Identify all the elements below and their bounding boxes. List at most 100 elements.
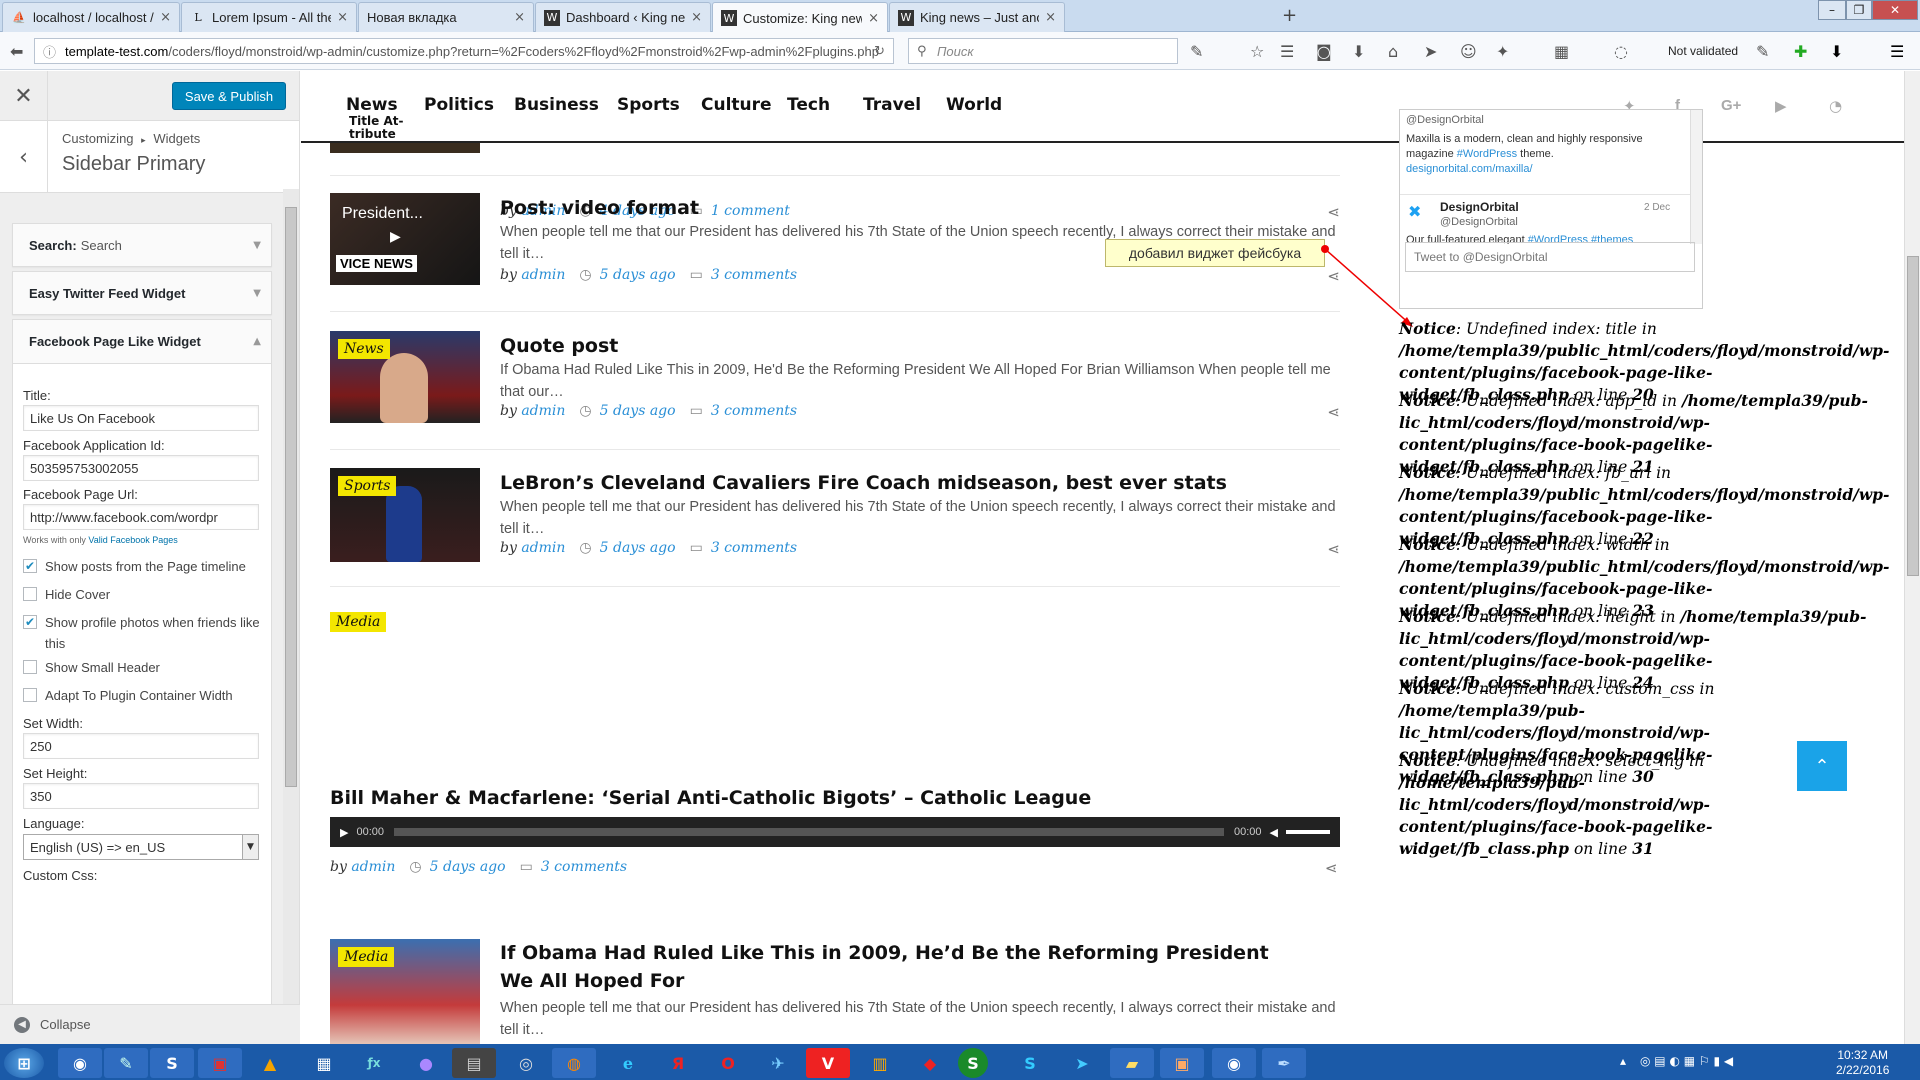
- yandex-icon[interactable]: Я: [656, 1048, 700, 1078]
- play-icon[interactable]: ▶: [390, 229, 401, 245]
- comments-link[interactable]: 3 comments: [541, 859, 627, 875]
- chrome2-icon[interactable]: ◉: [1212, 1048, 1256, 1078]
- checkbox[interactable]: [23, 688, 37, 702]
- fx-icon[interactable]: ƒx: [352, 1048, 396, 1078]
- post-thumbnail[interactable]: President... ▶ VICE NEWS: [330, 193, 480, 285]
- google-plus-icon[interactable]: G+: [1721, 97, 1741, 114]
- scroll-to-top-button[interactable]: ⌃: [1797, 741, 1847, 791]
- category-badge[interactable]: Media: [330, 612, 387, 632]
- author-link[interactable]: admin: [521, 267, 565, 283]
- ie-icon[interactable]: e: [606, 1048, 650, 1078]
- menu-news[interactable]: News: [346, 95, 398, 115]
- category-badge[interactable]: News: [338, 339, 390, 359]
- menu-icon[interactable]: ☰: [1890, 42, 1904, 61]
- app-id-input[interactable]: 503595753002055: [23, 455, 259, 481]
- browser-tab-3[interactable]: Новая вкладка ×: [358, 2, 534, 32]
- expand-arrow-icon[interactable]: ▼: [253, 288, 261, 299]
- circle-app-icon[interactable]: ●: [404, 1048, 448, 1078]
- author-link[interactable]: admin: [521, 540, 565, 556]
- menu-politics[interactable]: Politics: [424, 95, 494, 115]
- close-tab-icon[interactable]: ×: [514, 10, 525, 25]
- share-icon[interactable]: ⋖: [1327, 403, 1340, 421]
- author-link[interactable]: admin: [351, 859, 395, 875]
- widget-easy-twitter-feed[interactable]: Easy Twitter Feed Widget ▼: [12, 271, 272, 315]
- twitter-scrollbar[interactable]: [1690, 110, 1702, 244]
- comments-link[interactable]: 3 comments: [711, 540, 797, 556]
- rocket-icon[interactable]: ✈: [756, 1048, 800, 1078]
- close-tab-icon[interactable]: ×: [160, 10, 171, 25]
- hashtag-link[interactable]: #WordPress: [1457, 148, 1517, 160]
- scrollbar-thumb[interactable]: [1907, 256, 1919, 576]
- chrome-icon[interactable]: ◉: [58, 1048, 102, 1078]
- scrollbar-thumb[interactable]: [285, 207, 297, 787]
- close-icon[interactable]: ✕: [0, 71, 48, 121]
- widget-header[interactable]: Facebook Page Like Widget ▲: [13, 320, 271, 364]
- browser-search-input[interactable]: ⚲ Поиск: [908, 38, 1178, 64]
- post-title[interactable]: Bill Maher & Macfarlene: ‘Serial Anti-Ca…: [330, 787, 1091, 809]
- checkbox[interactable]: ✔: [23, 559, 37, 573]
- start-button[interactable]: ⊞: [4, 1048, 44, 1078]
- chat-icon[interactable]: ☺: [1460, 42, 1477, 61]
- rss-icon[interactable]: ◔: [1829, 97, 1842, 115]
- s-green-icon[interactable]: S: [958, 1048, 988, 1078]
- valid-pages-link[interactable]: Valid Facebook Pages: [88, 535, 177, 545]
- check-small-header[interactable]: Show Small Header: [23, 657, 263, 678]
- language-select[interactable]: English (US) => en_US ▼: [23, 834, 259, 860]
- reading-list-icon[interactable]: ☰: [1280, 42, 1294, 61]
- send-icon[interactable]: ➤: [1424, 42, 1437, 61]
- download-arrow-icon[interactable]: ⬇: [1830, 42, 1843, 61]
- tweet-author[interactable]: DesignOrbital: [1440, 200, 1519, 214]
- status-circle-icon[interactable]: ◌: [1614, 42, 1628, 61]
- menu-world[interactable]: World: [946, 95, 1002, 115]
- notes-icon[interactable]: ✎: [1756, 42, 1769, 61]
- notepad-icon[interactable]: ✎: [104, 1048, 148, 1078]
- telegram-icon[interactable]: ➤: [1060, 1048, 1104, 1078]
- expand-arrow-icon[interactable]: ▼: [253, 240, 261, 251]
- folder-icon[interactable]: ▰: [1110, 1048, 1154, 1078]
- date-link[interactable]: 5 days ago: [430, 859, 506, 875]
- date-link[interactable]: 5 days ago: [600, 403, 676, 419]
- play-icon[interactable]: ▶: [340, 826, 348, 839]
- category-badge[interactable]: Sports: [338, 476, 397, 496]
- back-icon[interactable]: ⬅: [10, 42, 23, 61]
- address-bar[interactable]: ⓘ template-test.com/coders/floyd/monstro…: [34, 38, 894, 64]
- share-icon[interactable]: ⋖: [1327, 540, 1340, 558]
- screenshot-icon[interactable]: ✎: [1190, 42, 1203, 61]
- tray-expand-icon[interactable]: ▴: [1620, 1054, 1626, 1068]
- avast-icon[interactable]: ▲: [248, 1048, 292, 1078]
- addon-badge-icon[interactable]: ✚: [1794, 42, 1807, 61]
- not-validated-label[interactable]: Not validated: [1668, 44, 1738, 58]
- browser-tab-5[interactable]: W Customize: King news – Ju... ×: [712, 2, 888, 33]
- post-title[interactable]: If Obama Had Ruled Like This in 2009, He…: [500, 939, 1300, 995]
- maximize-icon[interactable]: ❐: [1846, 0, 1872, 20]
- date-link[interactable]: 5 days ago: [600, 267, 676, 283]
- site-info-icon[interactable]: ⓘ: [43, 42, 56, 61]
- author-link[interactable]: admin: [521, 403, 565, 419]
- share-icon[interactable]: ⋖: [1325, 859, 1920, 877]
- checkbox[interactable]: [23, 587, 37, 601]
- skype-icon[interactable]: S: [1008, 1048, 1052, 1078]
- pocket-icon[interactable]: ◙: [1316, 42, 1332, 61]
- tweet-reply-input[interactable]: Tweet to @DesignOrbital: [1405, 242, 1695, 272]
- close-tab-icon[interactable]: ×: [337, 10, 348, 25]
- grid-icon[interactable]: ▦: [1554, 42, 1569, 61]
- page-url-input[interactable]: http://www.facebook.com/wordpr: [23, 504, 259, 530]
- check-hide-cover[interactable]: Hide Cover: [23, 584, 263, 605]
- opera-icon[interactable]: O: [706, 1048, 750, 1078]
- reload-icon[interactable]: ↻: [874, 44, 885, 59]
- tweet-link[interactable]: designorbital.com/maxilla/: [1406, 163, 1533, 175]
- browser-tab-2[interactable]: L Lorem Ipsum - All the facts... ×: [181, 2, 357, 32]
- post-title[interactable]: LeBron’s Cleveland Cavaliers Fire Coach …: [500, 472, 1227, 494]
- check-show-posts[interactable]: ✔ Show posts from the Page timeline: [23, 556, 263, 577]
- volume-slider[interactable]: [1286, 830, 1330, 834]
- anydesk-icon[interactable]: ◆: [908, 1048, 952, 1078]
- menu-sports[interactable]: Sports: [617, 95, 680, 115]
- menu-culture[interactable]: Culture: [701, 95, 772, 115]
- checkbox[interactable]: [23, 660, 37, 674]
- vivaldi-icon[interactable]: V: [806, 1048, 850, 1078]
- widget-search[interactable]: Search: Search ▼: [12, 223, 272, 267]
- category-badge[interactable]: Media: [338, 947, 395, 967]
- eye-icon[interactable]: ◎: [504, 1048, 548, 1078]
- close-tab-icon[interactable]: ×: [868, 11, 879, 26]
- height-input[interactable]: 350: [23, 783, 259, 809]
